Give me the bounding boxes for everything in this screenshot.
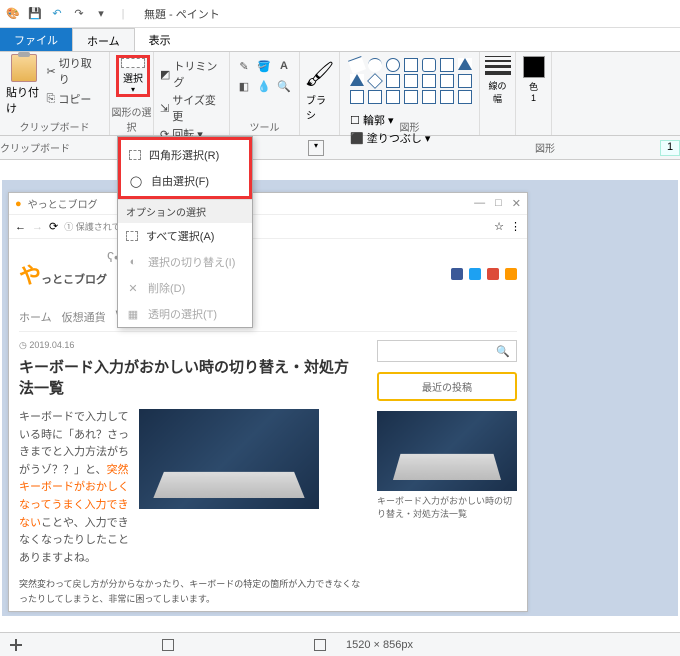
brush-label: ブラシ	[306, 92, 333, 122]
select-dropdown: 四角形選択(R) ◯自由選択(F) オプションの選択 すべて選択(A) ◐選択の…	[117, 136, 253, 328]
line-width-button[interactable]	[485, 56, 511, 75]
rect-select-item[interactable]: 四角形選択(R)	[121, 142, 249, 168]
select-label: 選択	[123, 70, 143, 85]
copy-icon: ⎘	[47, 93, 56, 106]
copy-button[interactable]: ⎘コピー	[46, 90, 103, 108]
resize-button[interactable]: ⇲サイズ変更	[160, 92, 223, 124]
article-text2: 突然変わって戻し方が分からなかったり、キーボードの特定の箇所が入力できなくなった…	[19, 577, 363, 606]
close-icon[interactable]: ✕	[512, 197, 521, 210]
facebook-icon[interactable]	[451, 268, 463, 280]
rss-icon[interactable]	[505, 268, 517, 280]
nav-link[interactable]: 仮想通貨	[62, 309, 106, 325]
lines-label: 線の幅	[486, 79, 509, 105]
rect-select-icon	[129, 150, 141, 160]
canvas-dimensions: 1520 × 856px	[346, 639, 413, 651]
article-text: キーボードで入力している時に「あれ？さっきまでと入力方法がちがうゾ？？」と、突然…	[19, 409, 129, 567]
article-title: キーボード入力がおかしい時の切り替え・対処方法一覧	[19, 357, 363, 399]
menu-icon[interactable]: ⋮	[510, 220, 521, 233]
select-all-item[interactable]: すべて選択(A)	[118, 223, 252, 249]
twitter-icon[interactable]	[469, 268, 481, 280]
group-label: ツール	[230, 119, 299, 134]
scissors-icon: ✂	[47, 65, 56, 78]
color-index[interactable]: 1	[660, 140, 680, 156]
ribbon: 貼り付け ✂切り取り ⎘コピー クリップボード 選択 ▾ 図形の選択 ◩トリミン…	[0, 52, 680, 136]
tab-view[interactable]: 表示	[135, 28, 185, 51]
forward-icon[interactable]: →	[32, 221, 43, 233]
shapes-gallery[interactable]	[346, 54, 473, 108]
color-label: 色 1	[529, 80, 538, 103]
sec-shapes: 図形	[480, 140, 610, 155]
text-icon[interactable]: A	[276, 58, 292, 74]
selection-size-icon	[162, 639, 174, 651]
article-image	[139, 409, 319, 509]
transparent-item[interactable]: ▦透明の選択(T)	[118, 301, 252, 327]
redo-icon[interactable]: ↷	[70, 5, 88, 23]
group-label: 図形	[340, 119, 479, 134]
save-icon[interactable]: 💾	[26, 5, 44, 23]
sec-clipboard: クリップボード	[0, 140, 70, 155]
paste-icon	[11, 54, 37, 82]
transparent-icon: ▦	[126, 307, 140, 321]
search-icon: 🔍	[496, 345, 510, 358]
free-select-item[interactable]: ◯自由選択(F)	[121, 168, 249, 194]
select-button[interactable]: 選択 ▾	[116, 55, 150, 97]
picker-icon[interactable]: 💧	[256, 78, 272, 94]
dd-options-title: オプションの選択	[118, 199, 252, 223]
resize-icon: ⇲	[160, 102, 169, 115]
crop-icon: ◩	[160, 68, 170, 81]
tab-home[interactable]: ホーム	[72, 28, 135, 51]
nav-link[interactable]: ホーム	[19, 309, 52, 325]
minimize-icon[interactable]: —	[474, 197, 485, 210]
canvas-area[interactable]: ● やっとこブログ — □ ✕ ← → ⟳ ① 保護されていない… ☆ ⋮ やっ…	[2, 180, 678, 616]
delete-icon: ✕	[126, 281, 140, 295]
tab-file[interactable]: ファイル	[0, 28, 72, 51]
app-icon: 🎨	[4, 5, 22, 23]
sidebar-image[interactable]	[377, 411, 517, 491]
site-logo[interactable]: やっとこブログ	[19, 258, 107, 290]
fill-icon: ⬛	[350, 133, 364, 145]
reload-icon[interactable]: ⟳	[49, 220, 58, 233]
paste-label: 貼り付け	[6, 84, 42, 116]
invert-select-item[interactable]: ◐選択の切り替え(I)	[118, 249, 252, 275]
free-select-icon: ◯	[129, 174, 143, 188]
zoom-icon[interactable]: 🔍	[276, 78, 292, 94]
color1-swatch[interactable]	[523, 56, 545, 78]
group-label: 図形の選択	[110, 104, 153, 134]
search-box[interactable]: 🔍	[377, 340, 517, 362]
browser-tab[interactable]: やっとこブログ	[28, 196, 98, 211]
delete-item[interactable]: ✕削除(D)	[118, 275, 252, 301]
undo-icon[interactable]: ↶	[48, 5, 66, 23]
expand-icon[interactable]: ▾	[308, 140, 324, 156]
back-icon[interactable]: ←	[15, 221, 26, 233]
star-icon[interactable]: ☆	[494, 220, 504, 233]
canvas-size-icon	[314, 639, 326, 651]
titlebar: 🎨 💾 ↶ ↷ ▾ | 無題 - ペイント	[0, 0, 680, 28]
qat-dropdown-icon[interactable]: ▾	[92, 5, 110, 23]
statusbar: 1520 × 856px	[0, 632, 680, 656]
select-all-icon	[126, 231, 138, 241]
pencil-icon[interactable]: ✎	[236, 58, 252, 74]
invert-icon: ◐	[126, 255, 140, 269]
sidebar-caption[interactable]: キーボード入力がおかしい時の切り替え・対処方法一覧	[377, 495, 517, 520]
group-label: クリップボード	[0, 119, 109, 134]
eraser-icon[interactable]: ◧	[236, 78, 252, 94]
select-icon	[121, 58, 145, 68]
favicon: ●	[15, 198, 22, 210]
secondary-row: クリップボード ▾ 図形 1	[0, 136, 680, 160]
site-nav: ホーム 仮想通貨 WordPre	[19, 309, 517, 332]
gplus-icon[interactable]	[487, 268, 499, 280]
window-title: 無題 - ペイント	[144, 6, 220, 22]
cut-button[interactable]: ✂切り取り	[46, 54, 103, 88]
brush-button[interactable]: 🖌	[306, 56, 334, 92]
ribbon-tabs: ファイル ホーム 表示	[0, 28, 680, 52]
cursor-pos-icon	[10, 639, 22, 651]
browser-window: ● やっとこブログ — □ ✕ ← → ⟳ ① 保護されていない… ☆ ⋮ やっ…	[8, 192, 528, 612]
recent-posts-button[interactable]: 最近の投稿	[377, 372, 517, 401]
paste-button[interactable]: 貼り付け	[6, 54, 42, 116]
bucket-icon[interactable]: 🪣	[256, 58, 272, 74]
trim-button[interactable]: ◩トリミング	[160, 58, 223, 90]
article-date: ◷ 2019.04.16	[19, 340, 363, 351]
maximize-icon[interactable]: □	[495, 197, 502, 210]
